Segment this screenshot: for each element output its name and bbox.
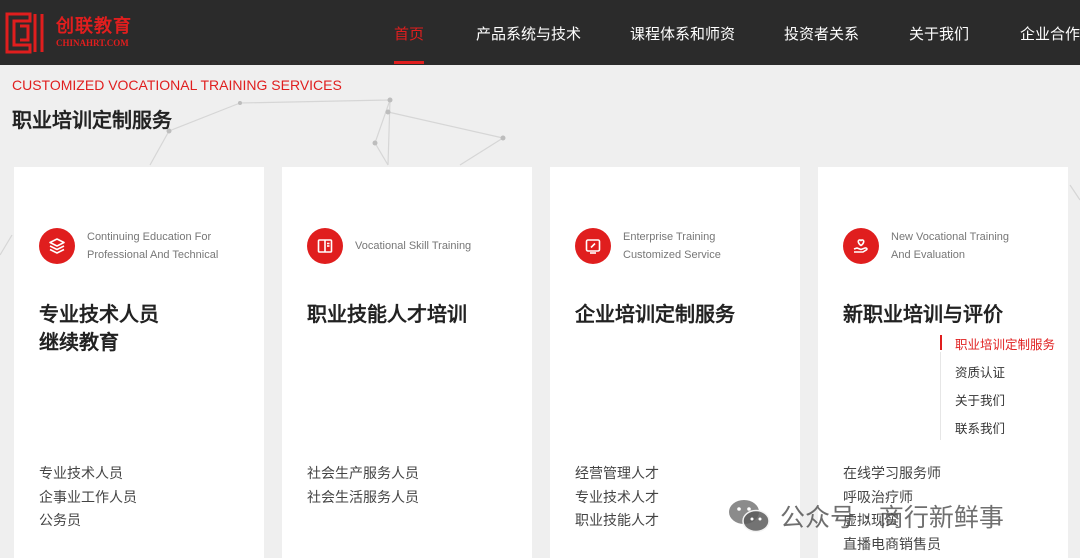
book-icon	[307, 228, 343, 264]
card-subtitle-line: And Evaluation	[891, 249, 965, 261]
list-item[interactable]: 经营管理人才	[575, 463, 659, 487]
nav-item-about[interactable]: 关于我们	[909, 0, 969, 65]
card-item-list: 社会生产服务人员 社会生活服务人员	[307, 463, 419, 510]
watermark-text: 公众号 · 商行新鲜事	[780, 503, 1004, 532]
list-item[interactable]: 社会生活服务人员	[307, 487, 419, 511]
card-title: 新职业培训与评价	[843, 300, 1063, 328]
card-subtitle-line: New Vocational Training	[891, 231, 1010, 243]
logo-name-en: CHINAHRT.COM	[56, 38, 129, 48]
card-title: 职业技能人才培训	[307, 300, 527, 328]
brand-logo[interactable]: 创联教育 CHINAHRT.COM	[4, 9, 144, 57]
side-menu-active-indicator	[940, 335, 942, 350]
nav-item-products[interactable]: 产品系统与技术	[476, 0, 581, 65]
card-title: 企业培训定制服务	[575, 300, 795, 328]
card-title-line: 专业技术人员	[39, 302, 159, 326]
logo-name-cn: 创联教育	[56, 16, 132, 37]
card-title-line: 企业培训定制服务	[575, 302, 735, 326]
list-item[interactable]: 专业技术人才	[575, 487, 659, 511]
card-subtitle-line: Vocational Skill Training	[355, 240, 472, 252]
card-subtitle: Continuing Education For Professional An…	[87, 228, 252, 264]
card-subtitle-line: Customized Service	[623, 249, 721, 261]
list-item[interactable]: 在线学习服务师	[843, 463, 941, 487]
service-card-vocational-skill[interactable]: Vocational Skill Training 职业技能人才培训 社会生产服…	[282, 167, 532, 558]
nav-item-home[interactable]: 首页	[394, 0, 424, 65]
wechat-watermark: 公众号 · 商行新鲜事	[726, 497, 1004, 535]
logo-mark-icon	[5, 12, 44, 54]
nav-active-indicator	[394, 61, 424, 64]
card-subtitle-line: Continuing Education For	[87, 231, 212, 243]
list-item[interactable]: 社会生产服务人员	[307, 463, 419, 487]
service-card-continuing-education[interactable]: Continuing Education For Professional An…	[14, 167, 264, 558]
list-item[interactable]: 企事业工作人员	[39, 487, 137, 511]
side-menu-item-certification[interactable]: 资质认证	[955, 362, 1005, 381]
list-item[interactable]: 专业技术人员	[39, 463, 137, 487]
card-subtitle-line: Enterprise Training	[623, 231, 716, 243]
hand-heart-icon	[843, 228, 879, 264]
side-menu-item-about[interactable]: 关于我们	[955, 390, 1005, 409]
nav-item-courses[interactable]: 课程体系和师资	[630, 0, 735, 65]
nav-item-cooperation[interactable]: 企业合作	[1020, 0, 1080, 65]
side-menu-rail	[940, 352, 941, 440]
card-title-line: 继续教育	[39, 330, 119, 354]
card-item-list: 经营管理人才 专业技术人才 职业技能人才	[575, 463, 659, 534]
layers-icon	[39, 228, 75, 264]
card-subtitle: Enterprise Training Customized Service	[623, 228, 788, 264]
nav-item-investors[interactable]: 投资者关系	[784, 0, 859, 65]
section-title-en: CUSTOMIZED VOCATIONAL TRAINING SERVICES	[12, 77, 342, 93]
wechat-icon	[729, 500, 770, 533]
monitor-icon	[575, 228, 611, 264]
card-subtitle: Vocational Skill Training	[355, 237, 520, 255]
list-item[interactable]: 公务员	[39, 510, 137, 534]
side-menu-item-contact[interactable]: 联系我们	[955, 418, 1005, 437]
card-subtitle: New Vocational Training And Evaluation	[891, 228, 1056, 264]
card-item-list: 专业技术人员 企事业工作人员 公务员	[39, 463, 137, 534]
list-item[interactable]: 职业技能人才	[575, 510, 659, 534]
section-title-cn: 职业培训定制服务	[12, 108, 172, 132]
card-title-line: 职业技能人才培训	[307, 302, 467, 326]
side-menu-item-training[interactable]: 职业培训定制服务	[955, 334, 1055, 353]
top-navigation-bar: 创联教育 CHINAHRT.COM 首页 产品系统与技术 课程体系和师资 投资者…	[0, 0, 1080, 65]
list-item[interactable]: 直播电商销售员	[843, 534, 941, 558]
card-title-line: 新职业培训与评价	[843, 302, 1003, 326]
card-subtitle-line: Professional And Technical	[87, 249, 219, 261]
card-title: 专业技术人员 继续教育	[39, 300, 259, 356]
